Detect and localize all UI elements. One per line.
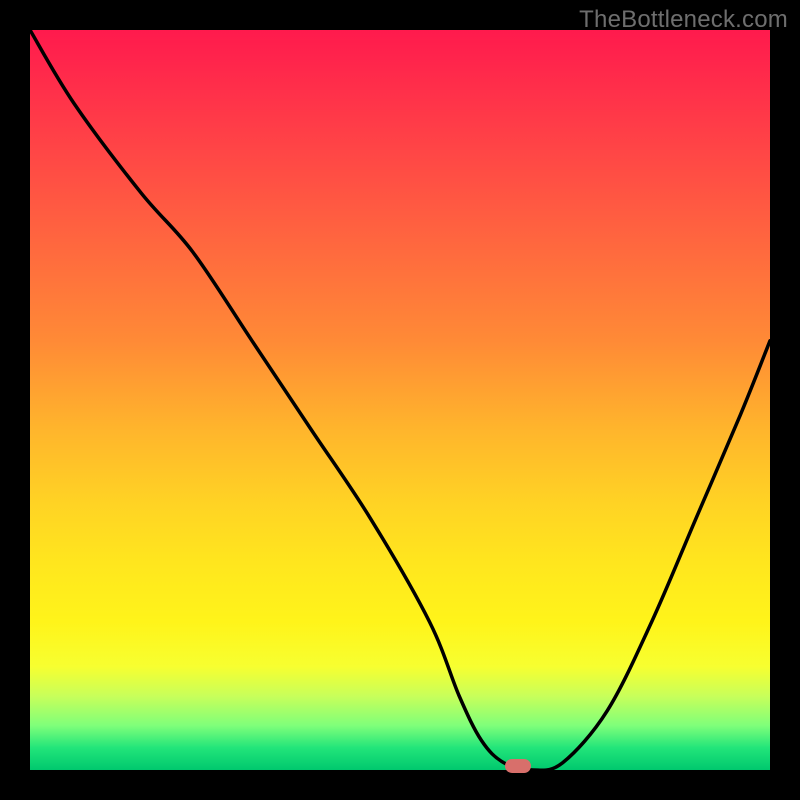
bottleneck-curve [30, 30, 770, 770]
optimal-marker [505, 759, 531, 773]
chart-frame: TheBottleneck.com [0, 0, 800, 800]
plot-area [30, 30, 770, 770]
